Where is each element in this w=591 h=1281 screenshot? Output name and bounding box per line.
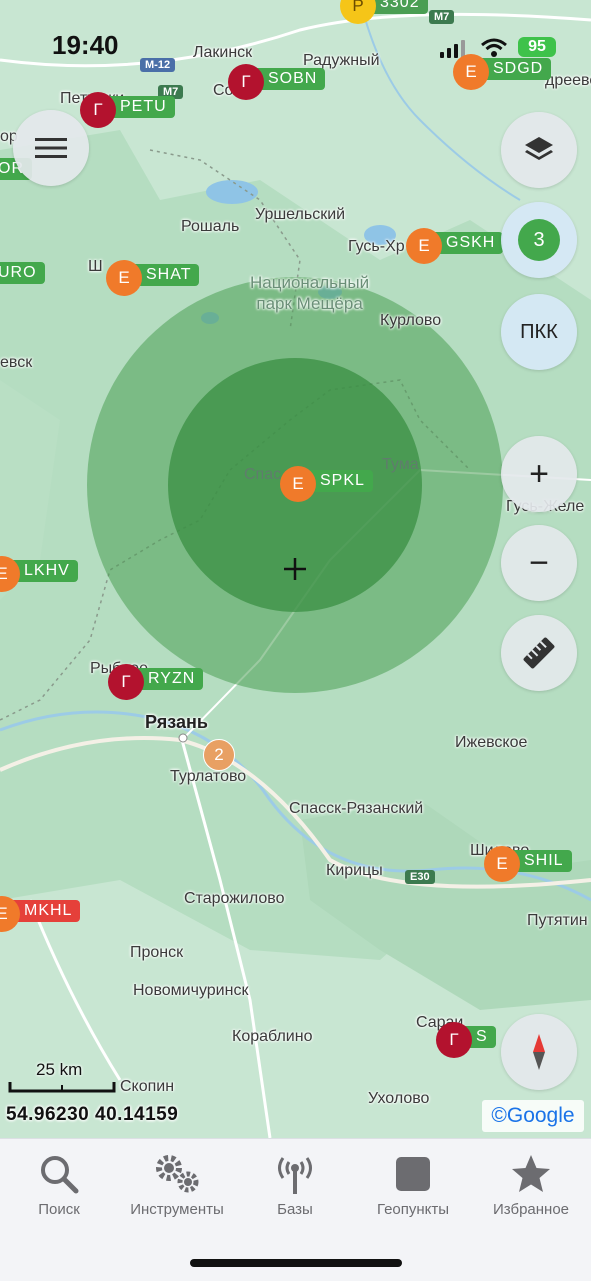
scale-label: 25 km <box>36 1060 83 1079</box>
ruler-button[interactable] <box>501 615 577 691</box>
nav-search-label: Поиск <box>38 1201 80 1218</box>
star-icon <box>512 1155 550 1192</box>
station-type-marker: Г <box>108 664 144 700</box>
google-attribution[interactable]: ©Google <box>482 1100 584 1132</box>
place-starozhilovo: Старожилово <box>184 890 285 907</box>
cluster-marker[interactable]: 2 <box>203 739 235 771</box>
pkk-button[interactable]: ПКК <box>501 294 577 370</box>
place-spas: Спас <box>244 466 282 483</box>
zoom-out-button[interactable]: − <box>501 525 577 601</box>
station-type-marker: Е <box>406 228 442 264</box>
map-view[interactable]: Лакинск Радужный Петушки Соб ор дреево Р… <box>0 0 591 1138</box>
home-indicator <box>190 1259 402 1267</box>
station-type-marker: Е <box>106 260 142 296</box>
nav-bases[interactable]: Базы <box>236 1151 354 1218</box>
station-type-marker: Г <box>228 64 264 100</box>
station-type-marker: Г <box>436 1022 472 1058</box>
menu-button[interactable] <box>13 110 89 186</box>
place-tuma: Тума <box>382 456 419 473</box>
wifi-icon <box>481 38 507 57</box>
place-skopin: Скопин <box>120 1078 175 1095</box>
minus-icon: − <box>529 543 549 582</box>
place-novomichurinsk: Новомичуринск <box>133 982 249 999</box>
place-kiritsy: Кирицы <box>326 862 383 879</box>
nav-tools-label: Инструменты <box>130 1201 224 1218</box>
coordinates-readout: 54.96230 40.14159 <box>6 1104 179 1125</box>
place-shatura: Ш <box>88 258 103 275</box>
station-code: URO <box>0 262 45 284</box>
place-pronsk: Пронск <box>130 944 184 961</box>
place-evsk: евск <box>0 354 33 371</box>
nav-tools[interactable]: Инструменты <box>118 1151 236 1218</box>
plus-icon: + <box>529 454 549 493</box>
compass-button[interactable] <box>501 1014 577 1090</box>
layers-button[interactable] <box>501 112 577 188</box>
nav-favorites-label: Избранное <box>492 1201 570 1218</box>
road-e30-shield: E30 <box>405 870 435 884</box>
station-type-marker: Г <box>80 92 116 128</box>
hamburger-icon <box>35 138 67 158</box>
nav-bases-label: Базы <box>277 1201 313 1218</box>
status-time: 19:40 <box>52 30 119 60</box>
zoom-in-button[interactable]: + <box>501 436 577 512</box>
pkk-label: ПКК <box>520 320 558 343</box>
ruler-icon <box>523 637 555 669</box>
place-korablino: Кораблино <box>232 1028 313 1045</box>
battery-indicator: 95 <box>518 37 556 57</box>
gears-icon <box>156 1155 199 1193</box>
layers-count-badge: 3 <box>518 219 560 261</box>
place-putyatino: Путятин <box>527 912 588 929</box>
nav-search[interactable]: Поиск <box>0 1151 118 1218</box>
place-meshchera-park: Национальный парк Мещёра <box>250 273 370 313</box>
place-spassk: Спасск-Рязанский <box>289 800 424 817</box>
place-ryazan: Рязань <box>145 712 208 732</box>
station-type-marker: Е <box>453 54 489 90</box>
square-icon <box>396 1157 430 1191</box>
status-bar: 19:40 95 <box>0 0 591 92</box>
nav-geopoints-label: Геопункты <box>376 1201 450 1218</box>
station-type-marker: Е <box>280 466 316 502</box>
layers-count-button[interactable]: 3 <box>501 202 577 278</box>
place-kurlovo: Курлово <box>380 312 442 329</box>
place-roshal: Рошаль <box>181 218 240 235</box>
place-turlatovo: Турлатово <box>170 768 247 785</box>
scale-bar <box>8 1082 116 1093</box>
station-type-marker: Е <box>484 846 520 882</box>
place-gus: Гусь-Хр <box>348 238 405 255</box>
compass-icon <box>533 1034 545 1070</box>
nav-geopoints[interactable]: Геопункты <box>354 1151 472 1218</box>
search-icon <box>41 1156 79 1194</box>
layers-icon <box>525 137 553 160</box>
place-izhevskoe: Ижевское <box>455 734 528 751</box>
antenna-icon <box>278 1157 312 1194</box>
nav-favorites[interactable]: Избранное <box>472 1151 590 1218</box>
place-urshelsky: Уршельский <box>255 206 346 223</box>
place-ukholovo: Ухолово <box>368 1090 430 1107</box>
